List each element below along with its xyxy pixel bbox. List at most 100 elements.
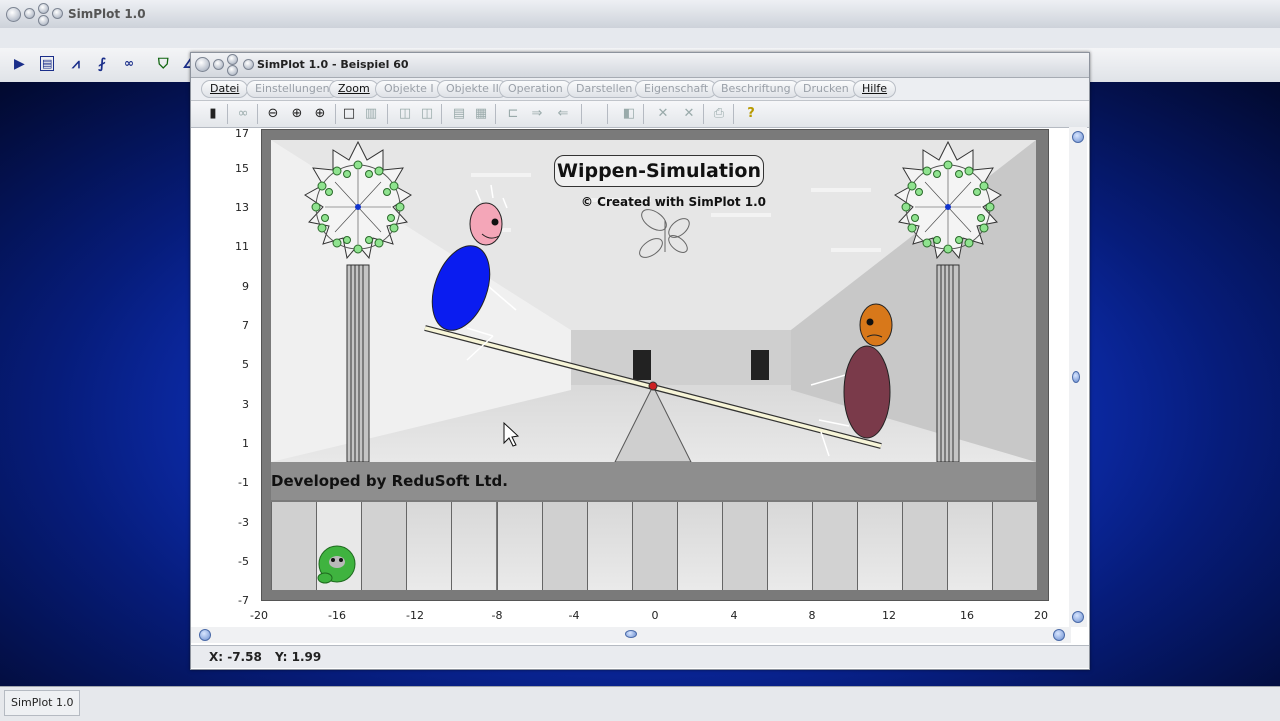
- close-document-button[interactable]: [195, 57, 210, 72]
- copy-icon[interactable]: ◫: [397, 106, 413, 122]
- menu-hilfe[interactable]: Hilfe: [853, 80, 897, 98]
- tile: [992, 502, 1037, 590]
- menu-datei[interactable]: Datei: [201, 80, 249, 98]
- menu-darstellen[interactable]: Darstellen: [567, 80, 642, 98]
- toolbar-separator: [227, 104, 228, 124]
- print-icon[interactable]: ⎙: [711, 106, 727, 122]
- maximize-window-button[interactable]: [38, 3, 49, 14]
- tile: [587, 502, 632, 590]
- developer-banner: Developed by ReduSoft Ltd.: [271, 462, 1036, 500]
- menu-zoom[interactable]: Zoom: [329, 80, 379, 98]
- pages-icon[interactable]: ◧: [621, 106, 637, 122]
- y-tick: 13: [235, 201, 249, 214]
- minimize-document-button[interactable]: [213, 59, 224, 70]
- help-icon[interactable]: ?: [743, 106, 759, 122]
- vertical-scroll-thumb[interactable]: [1072, 371, 1080, 383]
- taskbar-item-simplot[interactable]: SimPlot 1.0: [4, 690, 81, 716]
- tile: [316, 502, 361, 590]
- document-icon: [243, 59, 254, 70]
- toolbar-separator: [335, 104, 336, 124]
- table-icon[interactable]: ▤: [451, 106, 467, 122]
- glasses-icon[interactable]: ∞: [235, 106, 251, 122]
- toolbar-separator: [441, 104, 442, 124]
- menu-objekte-1[interactable]: Objekte I: [375, 80, 443, 98]
- x-tick: 8: [808, 609, 816, 622]
- delete-icon[interactable]: ✕: [655, 106, 671, 122]
- paste-icon[interactable]: ◫: [419, 106, 435, 122]
- toolbar-separator: [703, 104, 704, 124]
- y-tick: -7: [238, 594, 249, 607]
- function-icon[interactable]: ∞: [124, 56, 134, 70]
- app-menubar: [0, 28, 1280, 49]
- restore-document-button[interactable]: [227, 65, 238, 76]
- calculator-icon[interactable]: ▮: [205, 106, 221, 122]
- y-tick: 11: [235, 240, 249, 253]
- x-tick: 0: [651, 609, 659, 622]
- x-tick: 20: [1034, 609, 1048, 622]
- x-tick: -12: [406, 609, 424, 622]
- toolbar-separator: [257, 104, 258, 124]
- y-tick: 15: [235, 162, 249, 175]
- x-tick: 12: [882, 609, 896, 622]
- document-toolbar: ▮ ∞ ⊖ ⊕ ⊕ □ ▥ ◫ ◫ ▤ ▦ ⊏ ⇒ ⇐ ◧ ✕ ✕ ⎙ ?: [191, 101, 1089, 128]
- arrow-left-icon[interactable]: ⇐: [555, 106, 571, 122]
- toolbar-separator: [581, 104, 582, 124]
- menu-drucken[interactable]: Drucken: [794, 80, 858, 98]
- menu-einstellungen[interactable]: Einstellungen: [246, 80, 339, 98]
- menu-eigenschaft[interactable]: Eigenschaft: [635, 80, 718, 98]
- plot-area[interactable]: Wippen-Simulation © Created with SimPlot…: [261, 129, 1049, 601]
- scene-drawing: [271, 140, 1036, 462]
- x-tick: 4: [730, 609, 738, 622]
- table-icon[interactable]: ▤: [40, 56, 55, 71]
- grid-icon[interactable]: ▥: [363, 106, 379, 122]
- tile: [406, 502, 451, 590]
- delete-all-icon[interactable]: ✕: [681, 106, 697, 122]
- menu-objekte-2[interactable]: Objekte II: [437, 80, 508, 98]
- plot-icon[interactable]: ⨏: [98, 56, 106, 72]
- y-tick: 7: [242, 319, 249, 332]
- horizontal-scrollbar[interactable]: [191, 627, 1071, 643]
- split-icon[interactable]: ⊏: [505, 106, 521, 122]
- vertical-scrollbar[interactable]: [1069, 127, 1087, 627]
- play-icon[interactable]: ▶: [14, 56, 25, 72]
- taskbar: [0, 686, 1280, 721]
- zoom-out-icon[interactable]: ⊖: [265, 106, 281, 122]
- close-window-button[interactable]: [6, 7, 21, 22]
- y-tick: 5: [242, 358, 249, 371]
- app-title: SimPlot 1.0: [68, 7, 146, 21]
- tile: [271, 502, 316, 590]
- y-tick: -1: [238, 476, 249, 489]
- document-titlebar: SimPlot 1.0 - Beispiel 60: [191, 53, 1089, 78]
- document-title: SimPlot 1.0 - Beispiel 60: [257, 58, 409, 71]
- y-tick: -3: [238, 516, 249, 529]
- restore-window-button[interactable]: [38, 15, 49, 26]
- simulation-scene: Wippen-Simulation © Created with SimPlot…: [271, 140, 1036, 462]
- menu-operation[interactable]: Operation: [499, 80, 572, 98]
- scroll-left-button[interactable]: [199, 629, 211, 641]
- line-chart-icon[interactable]: ⩘: [72, 56, 80, 72]
- edit-table-icon[interactable]: ▦: [473, 106, 489, 122]
- toolbar-separator: [607, 104, 608, 124]
- tile: [722, 502, 767, 590]
- zoom-plus-icon[interactable]: ⊕: [312, 106, 328, 122]
- scroll-up-button[interactable]: [1072, 131, 1084, 143]
- square-icon[interactable]: □: [341, 106, 357, 122]
- coordinate-statusbar: X: -7.58 Y: 1.99: [191, 645, 1089, 668]
- filter-icon[interactable]: ⛉: [158, 56, 169, 72]
- scroll-right-button[interactable]: [1053, 629, 1065, 641]
- maximize-document-button[interactable]: [227, 54, 238, 65]
- cursor-x-readout: X: -7.58: [209, 650, 262, 664]
- menu-beschriftung[interactable]: Beschriftung: [712, 80, 800, 98]
- tile: [767, 502, 812, 590]
- tile: [451, 502, 496, 590]
- zoom-in-icon[interactable]: ⊕: [289, 106, 305, 122]
- scroll-down-button[interactable]: [1072, 611, 1084, 623]
- horizontal-scroll-thumb[interactable]: [625, 630, 637, 638]
- toolbar-separator: [733, 104, 734, 124]
- cursor-y-readout: Y: 1.99: [275, 650, 322, 664]
- minimize-window-button[interactable]: [24, 8, 35, 19]
- arrow-right-icon[interactable]: ⇒: [529, 106, 545, 122]
- document-window: SimPlot 1.0 - Beispiel 60 Datei Einstell…: [190, 52, 1090, 670]
- tile: [812, 502, 857, 590]
- tile: [497, 502, 542, 590]
